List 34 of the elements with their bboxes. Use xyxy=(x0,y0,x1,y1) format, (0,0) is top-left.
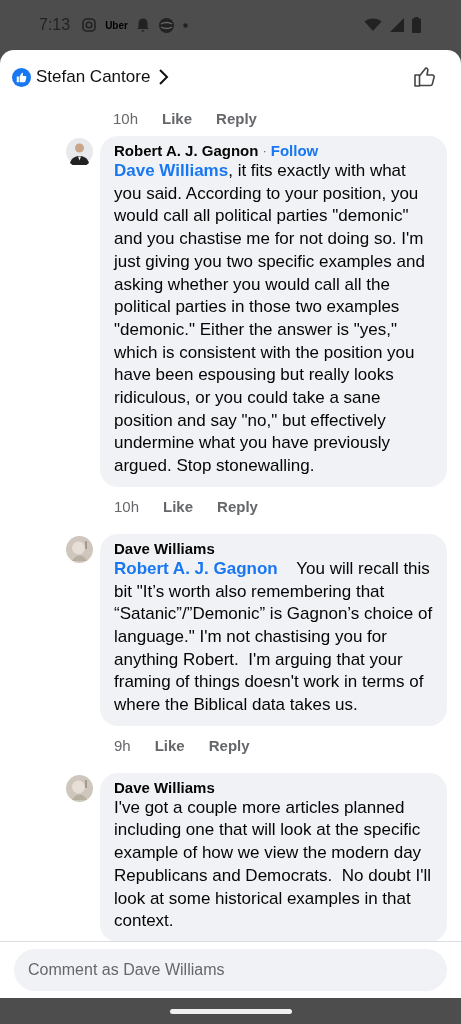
like-link[interactable]: Like xyxy=(162,109,193,127)
reply-link[interactable]: Reply xyxy=(216,109,257,127)
dot-icon xyxy=(182,22,188,28)
mention-link[interactable]: Robert A. J. Gagnon xyxy=(114,558,278,578)
globe-icon xyxy=(157,16,175,34)
reply-link[interactable]: Reply xyxy=(217,498,258,516)
notification-text: Uber xyxy=(105,19,128,31)
comment-time: 9h xyxy=(114,737,131,755)
comment-text: I've got a couple more articles planned including one that will look at the specific example of how we view the modern day Republicans and Democrats. No doubt I'll look at some historical examples in that context. xyxy=(114,796,432,933)
chevron-right-icon[interactable] xyxy=(158,68,170,86)
reactor-name[interactable]: Stefan Cantore xyxy=(36,67,151,87)
separator-dot: · xyxy=(262,143,267,158)
battery-icon xyxy=(412,17,421,33)
comment-text: Dave Williams, it fits exactly with what you said. According to your position, you would call all political parties "demonic" and you chastise me for not doing so. I'm just giving you two specific examples and asking whether you would call all the political parties in those two examples "demonic." Either the answer is "yes," which is consistent with the position you have been espousing but really looks ridiculous, or you could take a sane position and say "no," but effectively undermine what you have previously argued. Stop stonewalling. xyxy=(114,160,426,478)
avatar[interactable] xyxy=(66,138,93,165)
like-link[interactable]: Like xyxy=(154,737,185,755)
thumbs-up-icon[interactable] xyxy=(413,65,437,89)
follow-link[interactable]: Follow xyxy=(270,142,319,159)
bell-icon xyxy=(135,17,150,33)
like-link[interactable]: Like xyxy=(163,498,194,516)
comment-time: 10h xyxy=(114,498,140,516)
wifi-icon xyxy=(364,18,382,32)
comment-text: Robert A. J. Gagnon You will recall this bit "It’s worth also remembering that “Satanic”/”Demonic” is Gagnon’s choice of language." I'm not chastising you for anything Robert. I'm arguing that your framing of things doesn't work in terms of where the Biblical data takes us. xyxy=(114,557,433,717)
comment-time: 10h xyxy=(113,109,139,127)
signal-icon xyxy=(390,18,404,32)
reply-link[interactable]: Reply xyxy=(208,737,250,755)
home-indicator[interactable] xyxy=(169,1008,292,1014)
comment-field[interactable]: Comment as Dave Williams xyxy=(14,949,447,991)
camera-icon xyxy=(81,17,98,33)
like-badge-icon xyxy=(12,67,31,87)
author-name[interactable]: Robert A. J. Gagnon xyxy=(114,142,259,159)
author-name[interactable]: Dave Williams xyxy=(114,778,215,796)
author-name[interactable]: Dave Williams xyxy=(114,539,215,557)
mention-link[interactable]: Dave Williams xyxy=(114,161,229,180)
